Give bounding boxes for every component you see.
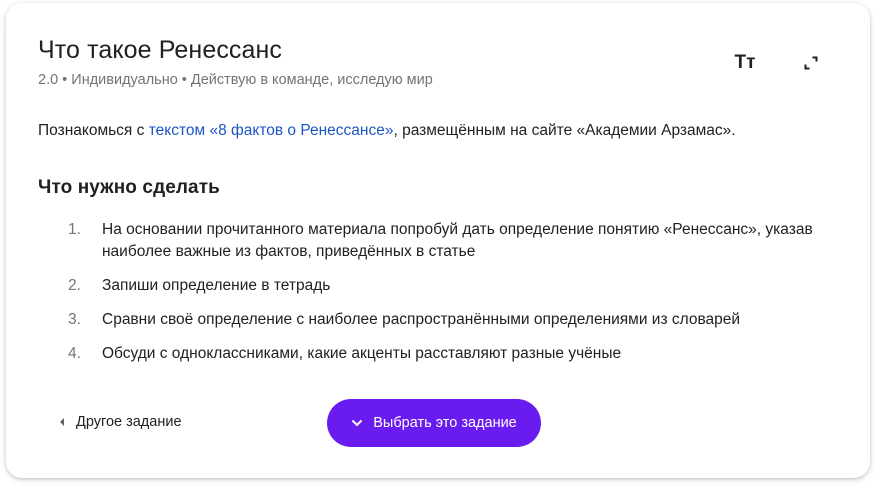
chevron-down-icon: [352, 419, 363, 427]
step-text: Сравни своё определение с наиболее распр…: [102, 311, 741, 328]
other-task-label: Другое задание: [76, 414, 182, 430]
intro-text-after: , размещённым на сайте «Академии Арзамас…: [393, 122, 736, 139]
choose-task-button[interactable]: Выбрать это задание: [327, 399, 541, 447]
step-text: На основании прочитанного материала попр…: [102, 221, 813, 260]
step-number: 2.: [68, 277, 81, 294]
section-title: Что нужно сделать: [38, 177, 220, 198]
expand-icon: [804, 56, 818, 70]
article-link[interactable]: текстом «8 фактов о Ренессансе»: [149, 122, 394, 139]
list-item: 2. Запиши определение в тетрадь: [68, 275, 828, 297]
steps-list: 1. На основании прочитанного материала п…: [68, 219, 828, 377]
step-text: Запиши определение в тетрадь: [102, 277, 331, 294]
step-number: 3.: [68, 311, 81, 328]
expand-button[interactable]: [796, 48, 826, 78]
step-number: 4.: [68, 345, 81, 362]
task-card: Что такое Ренессанс 2.0 • Индивидуально …: [6, 3, 870, 478]
list-item: 1. На основании прочитанного материала п…: [68, 219, 828, 263]
intro-text: Познакомься с текстом «8 фактов о Ренесс…: [38, 122, 736, 140]
list-item: 3. Сравни своё определение с наиболее ра…: [68, 309, 828, 331]
text-size-button[interactable]: Тт: [730, 48, 760, 78]
other-task-button[interactable]: Другое задание: [58, 414, 182, 430]
task-meta: 2.0 • Индивидуально • Действую в команде…: [38, 72, 433, 88]
task-title: Что такое Ренессанс: [38, 36, 283, 64]
choose-task-label: Выбрать это задание: [373, 415, 517, 431]
list-item: 4. Обсуди с одноклассниками, какие акцен…: [68, 343, 828, 365]
intro-text-before: Познакомься с: [38, 122, 149, 139]
card-toolbar: Тт: [730, 48, 826, 78]
text-size-icon: Тт: [734, 52, 756, 73]
caret-left-icon: [60, 418, 64, 426]
step-number: 1.: [68, 221, 81, 238]
step-text: Обсуди с одноклассниками, какие акценты …: [102, 345, 622, 362]
